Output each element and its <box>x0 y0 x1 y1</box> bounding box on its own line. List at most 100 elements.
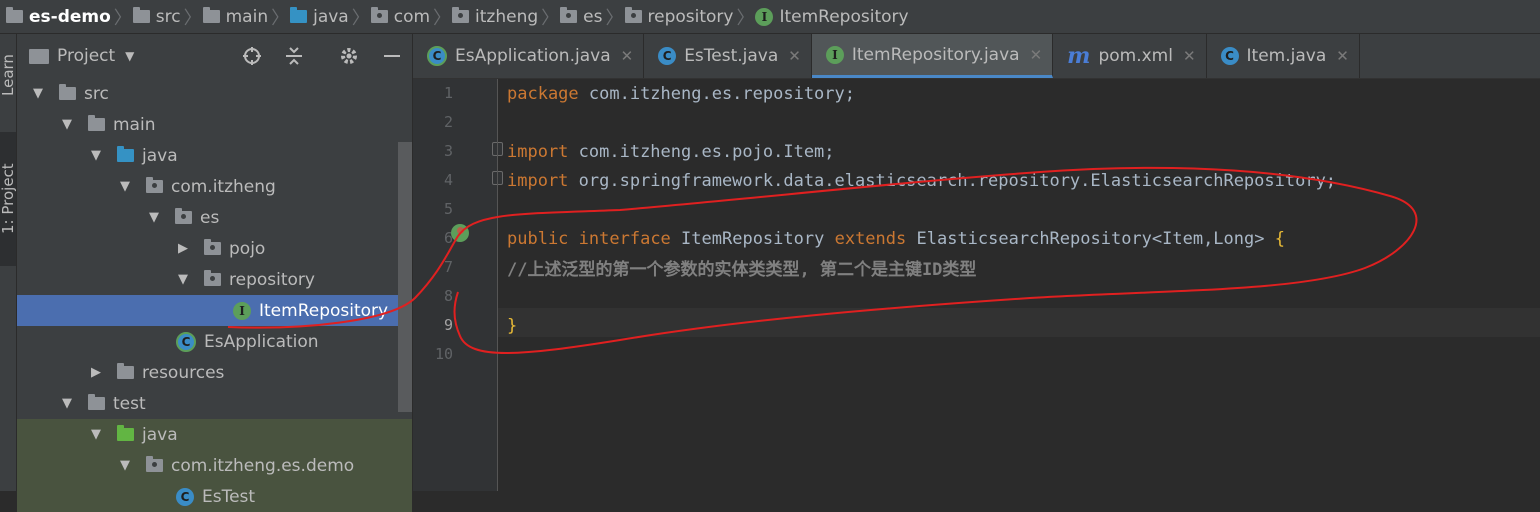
chevron-down-icon[interactable]: ▼ <box>118 179 132 194</box>
project-tool-tab[interactable]: 1: Project <box>0 132 17 266</box>
tab-item[interactable]: C Item.java ✕ <box>1207 34 1360 78</box>
line-number: 5 <box>443 200 453 218</box>
tree-item-test[interactable]: ▼ test <box>17 388 412 419</box>
breadcrumb-item-itemrepository[interactable]: I ItemRepository <box>751 0 914 33</box>
class-icon: C <box>176 487 194 506</box>
project-scrollbar[interactable] <box>398 142 412 412</box>
close-icon[interactable]: ✕ <box>1336 47 1349 65</box>
code-text: com.itzheng.es.repository; <box>578 83 855 104</box>
interface-icon: I <box>755 7 774 26</box>
line-number: 1 <box>443 84 453 102</box>
tree-item-label: com.itzheng.es.demo <box>171 455 355 476</box>
keyword: public <box>507 228 569 249</box>
breadcrumb-item-label: com <box>393 6 431 27</box>
tab-label: EsApplication.java <box>455 46 611 66</box>
chevron-down-icon[interactable]: ▼ <box>60 396 74 411</box>
tree-item-main[interactable]: ▼ main <box>17 109 412 140</box>
tree-item-com-itzheng[interactable]: ▼ com.itzheng <box>17 171 412 202</box>
tree-item-label: EsTest <box>202 486 256 507</box>
breadcrumb-separator: 〉 <box>605 7 624 29</box>
breadcrumb-item-label: es <box>583 6 603 27</box>
breadcrumb-item-src[interactable]: src <box>129 0 187 33</box>
project-icon <box>29 48 49 64</box>
tab-esapplication[interactable]: C EsApplication.java ✕ <box>413 34 645 78</box>
gear-icon[interactable] <box>337 44 361 68</box>
tree-item-test-package[interactable]: ▼ com.itzheng.es.demo <box>17 450 412 481</box>
class-icon: C <box>1220 47 1239 65</box>
package-icon <box>204 239 221 255</box>
breadcrumb-item-label: main <box>225 6 269 27</box>
chevron-down-icon[interactable]: ▼ <box>60 117 74 132</box>
chevron-down-icon[interactable]: ▼ <box>31 86 45 101</box>
breadcrumb-separator: 〉 <box>541 7 560 29</box>
close-icon[interactable]: ✕ <box>1183 47 1196 65</box>
tab-estest[interactable]: C EsTest.java ✕ <box>644 34 812 78</box>
line-number: 8 <box>443 287 453 305</box>
breadcrumb-item-label: src <box>155 6 181 27</box>
tree-item-resources[interactable]: ▶ resources <box>17 357 412 388</box>
spring-class-icon: C <box>176 331 196 352</box>
code-text: com.itzheng.es.pojo.Item; <box>568 141 835 162</box>
tree-item-pojo[interactable]: ▶ pojo <box>17 233 412 264</box>
breadcrumb-item-label: repository <box>647 6 734 27</box>
editor-tabs: C EsApplication.java ✕ C EsTest.java ✕ I… <box>413 34 1540 79</box>
chevron-down-icon[interactable]: ▼ <box>89 148 103 163</box>
breadcrumb-item-java[interactable]: java <box>286 0 355 33</box>
tree-item-repository[interactable]: ▼ repository <box>17 264 412 295</box>
chevron-down-icon[interactable]: ▼ <box>118 458 132 473</box>
chevron-right-icon[interactable]: ▶ <box>89 365 103 380</box>
tree-item-label: pojo <box>229 238 266 259</box>
breadcrumb-item-com[interactable]: com <box>367 0 436 33</box>
test-folder-icon <box>117 425 134 441</box>
source-folder-icon <box>290 7 308 23</box>
locate-icon[interactable] <box>240 44 264 68</box>
tab-itemrepository[interactable]: I ItemRepository.java ✕ <box>811 34 1054 78</box>
folder-icon <box>59 84 76 100</box>
breadcrumb-project[interactable]: es-demo <box>0 0 117 33</box>
tab-pom[interactable]: m pom.xml ✕ <box>1053 34 1207 78</box>
breadcrumb-separator: 〉 <box>351 7 370 29</box>
implemented-by-gutter-icon[interactable] <box>451 224 469 242</box>
tree-item-itemrepository[interactable]: I ItemRepository <box>17 295 412 326</box>
breadcrumb-item-label: java <box>313 6 349 27</box>
breadcrumb-item-es[interactable]: es <box>556 0 608 33</box>
hide-panel-icon[interactable] <box>380 44 404 68</box>
package-icon <box>204 270 221 286</box>
breadcrumb-item-repository[interactable]: repository <box>621 0 740 33</box>
chevron-down-icon[interactable]: ▼ <box>125 49 134 63</box>
code-line-4: import org.springframework.data.elastics… <box>507 166 1336 195</box>
collapse-all-icon[interactable] <box>282 44 306 68</box>
breadcrumb-item-label: itzheng <box>475 6 539 27</box>
project-panel-title[interactable]: Project <box>57 46 115 66</box>
tree-item-label: src <box>84 83 109 104</box>
package-icon <box>146 177 163 193</box>
line-number: 9 <box>443 316 453 334</box>
chevron-down-icon[interactable]: ▼ <box>147 210 161 225</box>
breadcrumb-item-main[interactable]: main <box>199 0 274 33</box>
class-icon: C <box>658 47 677 65</box>
spring-class-icon: C <box>427 46 447 66</box>
chevron-right-icon[interactable]: ▶ <box>176 241 190 256</box>
tree-item-src[interactable]: ▼ src <box>17 78 412 109</box>
keyword: import <box>507 141 569 162</box>
chevron-down-icon[interactable]: ▼ <box>89 427 103 442</box>
tree-item-label: EsApplication <box>204 331 319 352</box>
tree-item-esapplication[interactable]: C EsApplication <box>17 326 412 357</box>
tree-item-test-java[interactable]: ▼ java <box>17 419 412 450</box>
tree-item-label: ItemRepository <box>259 300 389 321</box>
tree-item-estest[interactable]: C EsTest <box>17 481 412 512</box>
code-text: org.springframework.data.elasticsearch.r… <box>568 170 1337 191</box>
tree-item-java[interactable]: ▼ java <box>17 140 412 171</box>
close-icon[interactable]: ✕ <box>788 47 801 65</box>
learn-tool-tab[interactable]: Learn <box>0 34 17 116</box>
package-icon <box>560 7 578 23</box>
chevron-down-icon[interactable]: ▼ <box>176 272 190 287</box>
keyword: interface <box>578 228 671 249</box>
close-icon[interactable]: ✕ <box>621 47 634 65</box>
package-icon <box>452 7 470 23</box>
close-icon[interactable]: ✕ <box>1030 46 1043 64</box>
line-number: 3 <box>443 142 453 160</box>
breadcrumb-separator: 〉 <box>113 7 132 29</box>
tree-item-es[interactable]: ▼ es <box>17 202 412 233</box>
breadcrumb-item-itzheng[interactable]: itzheng <box>448 0 544 33</box>
